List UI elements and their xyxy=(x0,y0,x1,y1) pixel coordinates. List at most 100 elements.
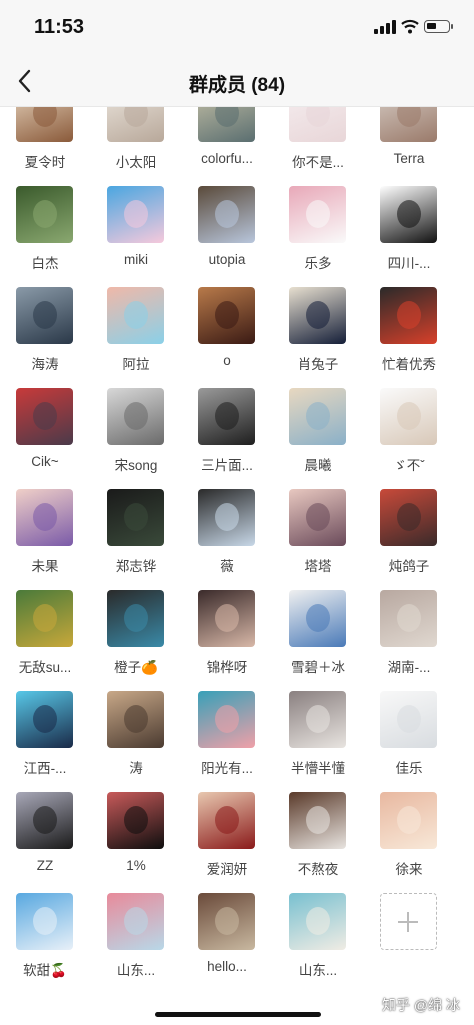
member-item[interactable]: 薇 xyxy=(182,489,272,585)
member-item[interactable]: 炖鸽子 xyxy=(364,489,454,585)
member-name: 无敌su... xyxy=(18,660,72,675)
member-item[interactable]: 无敌su... xyxy=(0,590,90,686)
member-item[interactable]: hello... xyxy=(182,893,272,989)
member-name: 你不是... xyxy=(292,155,344,170)
member-item[interactable]: miki xyxy=(91,186,181,282)
avatar xyxy=(107,388,164,445)
add-member-button[interactable] xyxy=(364,893,454,989)
wifi-icon xyxy=(401,19,419,34)
member-item[interactable]: 软甜🍒 xyxy=(0,893,90,989)
member-item[interactable]: 塔塔 xyxy=(273,489,363,585)
avatar xyxy=(107,691,164,748)
plus-icon[interactable] xyxy=(380,893,437,950)
member-item[interactable]: 乐多 xyxy=(273,186,363,282)
member-name: 塔塔 xyxy=(304,559,332,574)
battery-icon xyxy=(424,20,453,33)
avatar xyxy=(198,186,255,243)
member-item[interactable]: 宋song xyxy=(91,388,181,484)
member-item[interactable]: 郑志铧 xyxy=(91,489,181,585)
avatar xyxy=(198,388,255,445)
home-indicator xyxy=(155,1012,321,1017)
member-item[interactable]: 湖南-... xyxy=(364,590,454,686)
member-name: 半懵半懂 xyxy=(291,761,345,776)
member-name: 四川-... xyxy=(387,256,431,271)
member-item[interactable]: 忙着优秀 xyxy=(364,287,454,383)
member-item[interactable]: 晨曦 xyxy=(273,388,363,484)
avatar xyxy=(198,287,255,344)
member-name: 未果 xyxy=(31,559,59,574)
member-name: 肖兔子 xyxy=(297,357,339,372)
member-name: 山东... xyxy=(116,963,156,978)
member-name: utopia xyxy=(208,252,246,267)
member-name: 炖鸽子 xyxy=(388,559,430,574)
member-item[interactable]: 雪碧＋冰 xyxy=(273,590,363,686)
avatar xyxy=(16,489,73,546)
avatar xyxy=(16,792,73,849)
member-name: 晨曦 xyxy=(304,458,332,473)
avatar xyxy=(16,893,73,950)
avatar xyxy=(289,893,346,950)
member-item[interactable]: 半懵半懂 xyxy=(273,691,363,787)
avatar xyxy=(107,590,164,647)
member-name: hello... xyxy=(207,959,247,974)
member-item[interactable]: Cik~ xyxy=(0,388,90,484)
member-name: miki xyxy=(124,252,148,267)
member-item[interactable]: 三片面... xyxy=(182,388,272,484)
avatar xyxy=(198,590,255,647)
member-item[interactable]: 爱润妍 xyxy=(182,792,272,888)
member-item[interactable]: 阿拉 xyxy=(91,287,181,383)
avatar xyxy=(16,691,73,748)
member-item[interactable]: 肖兔子 xyxy=(273,287,363,383)
member-item[interactable]: 徐来 xyxy=(364,792,454,888)
member-item[interactable]: 涛 xyxy=(91,691,181,787)
member-name: 小太阳 xyxy=(115,155,157,170)
member-item[interactable]: 1% xyxy=(91,792,181,888)
member-name: 锦桦呀 xyxy=(206,660,248,675)
member-item[interactable]: 海涛 xyxy=(0,287,90,383)
avatar xyxy=(380,287,437,344)
member-item[interactable]: ゞ不ˇ xyxy=(364,388,454,484)
member-item[interactable]: o xyxy=(182,287,272,383)
member-item[interactable]: 阳光有... xyxy=(182,691,272,787)
watermark: 知乎 @绵 冰 xyxy=(382,997,460,1013)
status-bar: 11:53 xyxy=(0,0,474,56)
member-name: 郑志铧 xyxy=(115,559,157,574)
member-item[interactable]: 山东... xyxy=(273,893,363,989)
member-name: 1% xyxy=(126,858,146,873)
avatar xyxy=(380,590,437,647)
avatar xyxy=(289,590,346,647)
member-item[interactable]: 佳乐 xyxy=(364,691,454,787)
member-item[interactable]: utopia xyxy=(182,186,272,282)
member-item[interactable]: ZZ xyxy=(0,792,90,888)
avatar xyxy=(289,388,346,445)
member-name: 雪碧＋冰 xyxy=(291,660,345,675)
member-name: Cik~ xyxy=(31,454,59,469)
member-name: 海涛 xyxy=(31,357,59,372)
member-item[interactable]: 未果 xyxy=(0,489,90,585)
member-name: 阿拉 xyxy=(122,357,150,372)
page-title: 群成员 (84) xyxy=(188,75,286,96)
member-name: 湖南-... xyxy=(387,660,431,675)
member-item[interactable]: 锦桦呀 xyxy=(182,590,272,686)
member-name: 徐来 xyxy=(395,862,423,877)
member-name: 橙子🍊 xyxy=(114,660,158,675)
member-name: o xyxy=(223,353,231,368)
member-item[interactable]: 山东... xyxy=(91,893,181,989)
avatar xyxy=(380,792,437,849)
avatar xyxy=(289,691,346,748)
member-item[interactable]: 江西-... xyxy=(0,691,90,787)
member-item[interactable]: 四川-... xyxy=(364,186,454,282)
signal-icon xyxy=(374,20,396,34)
avatar xyxy=(107,893,164,950)
member-item[interactable]: 不熬夜 xyxy=(273,792,363,888)
member-name: 不熬夜 xyxy=(297,862,339,877)
avatar xyxy=(289,287,346,344)
member-item[interactable]: 橙子🍊 xyxy=(91,590,181,686)
avatar xyxy=(380,489,437,546)
avatar xyxy=(107,287,164,344)
member-item[interactable]: 白杰 xyxy=(0,186,90,282)
member-name: 山东... xyxy=(298,963,338,978)
member-name: 阳光有... xyxy=(201,761,253,776)
avatar xyxy=(16,287,73,344)
member-name: 白杰 xyxy=(31,256,59,271)
